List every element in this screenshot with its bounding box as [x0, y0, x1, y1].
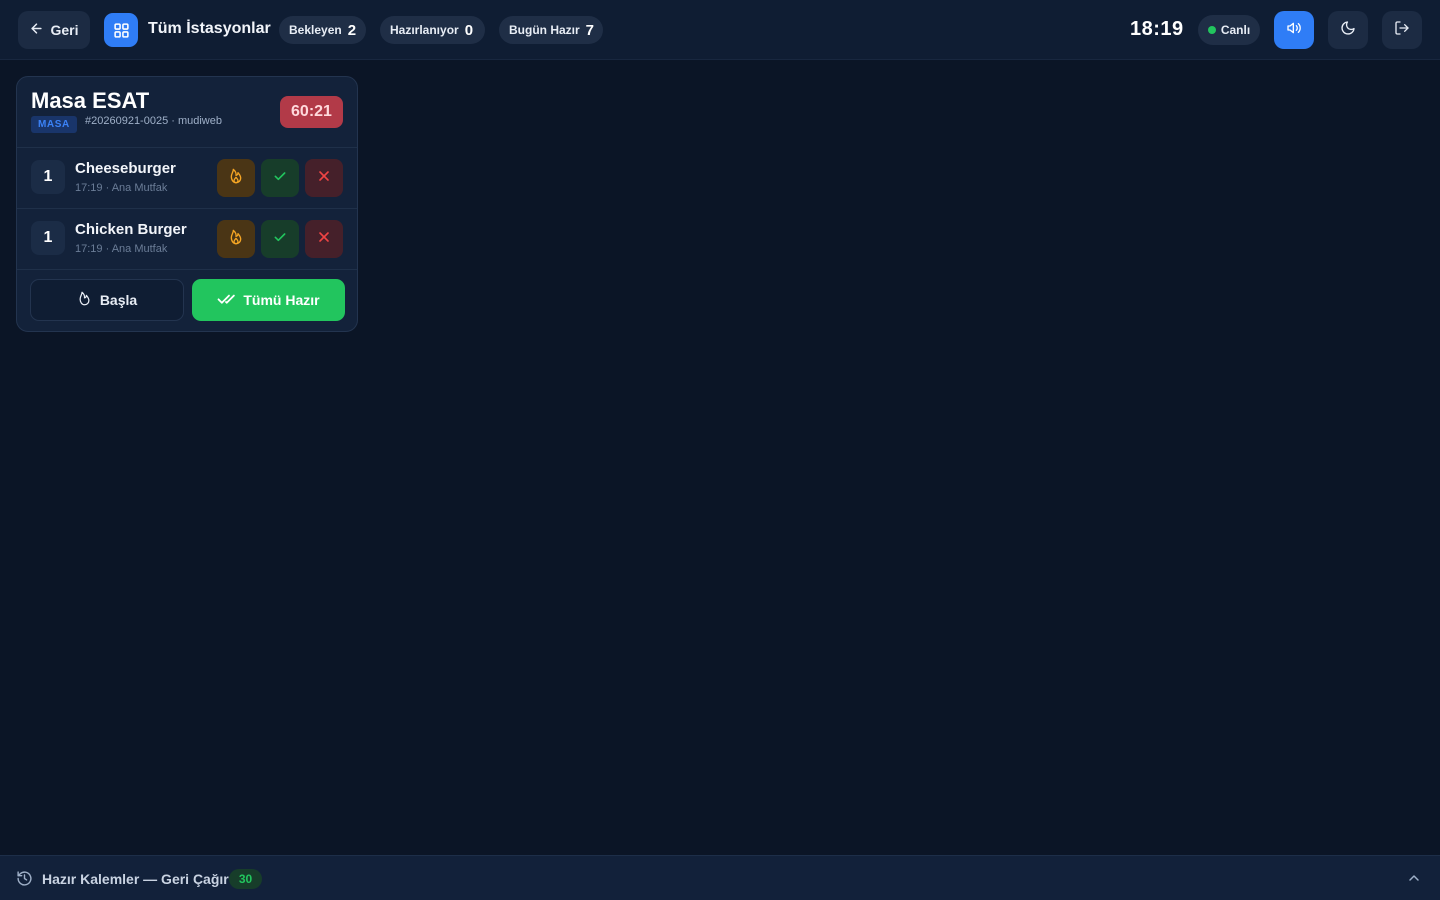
- item-subtitle: 17:19 · Ana Mutfak: [75, 243, 168, 255]
- recall-count-badge: 30: [229, 869, 262, 889]
- stat-label: Hazırlanıyor: [390, 23, 459, 37]
- logout-icon: [1394, 20, 1410, 41]
- grid-icon: [104, 13, 138, 47]
- double-check-icon: [217, 290, 236, 311]
- start-item-button[interactable]: [217, 220, 255, 258]
- close-icon: [316, 168, 332, 189]
- order-item-row: 1 Cheeseburger 17:19 · Ana Mutfak: [17, 148, 357, 209]
- order-meta: #20260921-0025 · mudiweb: [85, 115, 222, 127]
- stat-pending: Bekleyen 2: [279, 16, 366, 44]
- logout-button[interactable]: [1382, 11, 1422, 49]
- start-item-button[interactable]: [217, 159, 255, 197]
- stat-label: Bekleyen: [289, 23, 342, 37]
- stat-value: 2: [347, 21, 357, 39]
- flame-icon: [228, 168, 244, 189]
- cancel-item-button[interactable]: [305, 220, 343, 258]
- order-card: Masa ESAT MASA #20260921-0025 · mudiweb …: [16, 76, 358, 332]
- elapsed-timer-badge: 60:21: [280, 96, 343, 128]
- table-name: Masa ESAT: [31, 88, 150, 113]
- live-dot-icon: [1207, 26, 1216, 34]
- stat-preparing: Hazırlanıyor 0: [380, 16, 485, 44]
- arrow-left-icon: [29, 21, 44, 39]
- speaker-icon: [1286, 20, 1302, 41]
- live-label: Canlı: [1220, 23, 1251, 37]
- clock: 18:19: [1130, 18, 1184, 40]
- station-title[interactable]: Tüm İstasyonlar: [148, 20, 271, 38]
- sound-toggle-button[interactable]: [1274, 11, 1314, 49]
- item-name: Chicken Burger: [75, 221, 187, 238]
- check-icon: [272, 229, 288, 250]
- flame-icon: [228, 229, 244, 250]
- mark-ready-button[interactable]: [261, 220, 299, 258]
- theme-toggle-button[interactable]: [1328, 11, 1368, 49]
- start-all-label: Başla: [99, 292, 138, 308]
- item-subtitle: 17:19 · Ana Mutfak: [75, 182, 168, 194]
- order-card-header: Masa ESAT MASA #20260921-0025 · mudiweb …: [17, 77, 357, 148]
- item-name: Cheeseburger: [75, 160, 176, 177]
- back-button-label: Geri: [50, 22, 79, 38]
- close-icon: [316, 229, 332, 250]
- top-bar: Geri Tüm İstasyonlar Bekleyen 2 Hazırlan…: [0, 0, 1440, 60]
- order-card-footer: Başla Tümü Hazır: [17, 270, 357, 331]
- check-icon: [272, 168, 288, 189]
- chevron-up-icon[interactable]: [1406, 870, 1422, 886]
- order-item-row: 1 Chicken Burger 17:19 · Ana Mutfak: [17, 209, 357, 270]
- recall-label: Hazır Kalemler — Geri Çağır: [42, 871, 229, 887]
- stat-ready-today: Bugün Hazır 7: [499, 16, 603, 44]
- back-button[interactable]: Geri: [18, 11, 90, 49]
- live-status-badge: Canlı: [1198, 15, 1260, 45]
- cancel-item-button[interactable]: [305, 159, 343, 197]
- start-all-button[interactable]: Başla: [30, 279, 184, 321]
- item-quantity: 1: [31, 160, 65, 194]
- stat-value: 7: [585, 21, 595, 39]
- item-quantity: 1: [31, 221, 65, 255]
- all-ready-label: Tümü Hazır: [243, 292, 320, 308]
- stat-value: 0: [464, 21, 474, 39]
- history-icon: [16, 870, 33, 887]
- all-ready-button[interactable]: Tümü Hazır: [192, 279, 345, 321]
- moon-icon: [1340, 20, 1356, 41]
- order-type-badge: MASA: [31, 116, 77, 133]
- mark-ready-button[interactable]: [261, 159, 299, 197]
- flame-icon: [77, 291, 92, 309]
- recall-ready-items-bar[interactable]: Hazır Kalemler — Geri Çağır 30: [0, 855, 1440, 900]
- stat-label: Bugün Hazır: [509, 23, 580, 37]
